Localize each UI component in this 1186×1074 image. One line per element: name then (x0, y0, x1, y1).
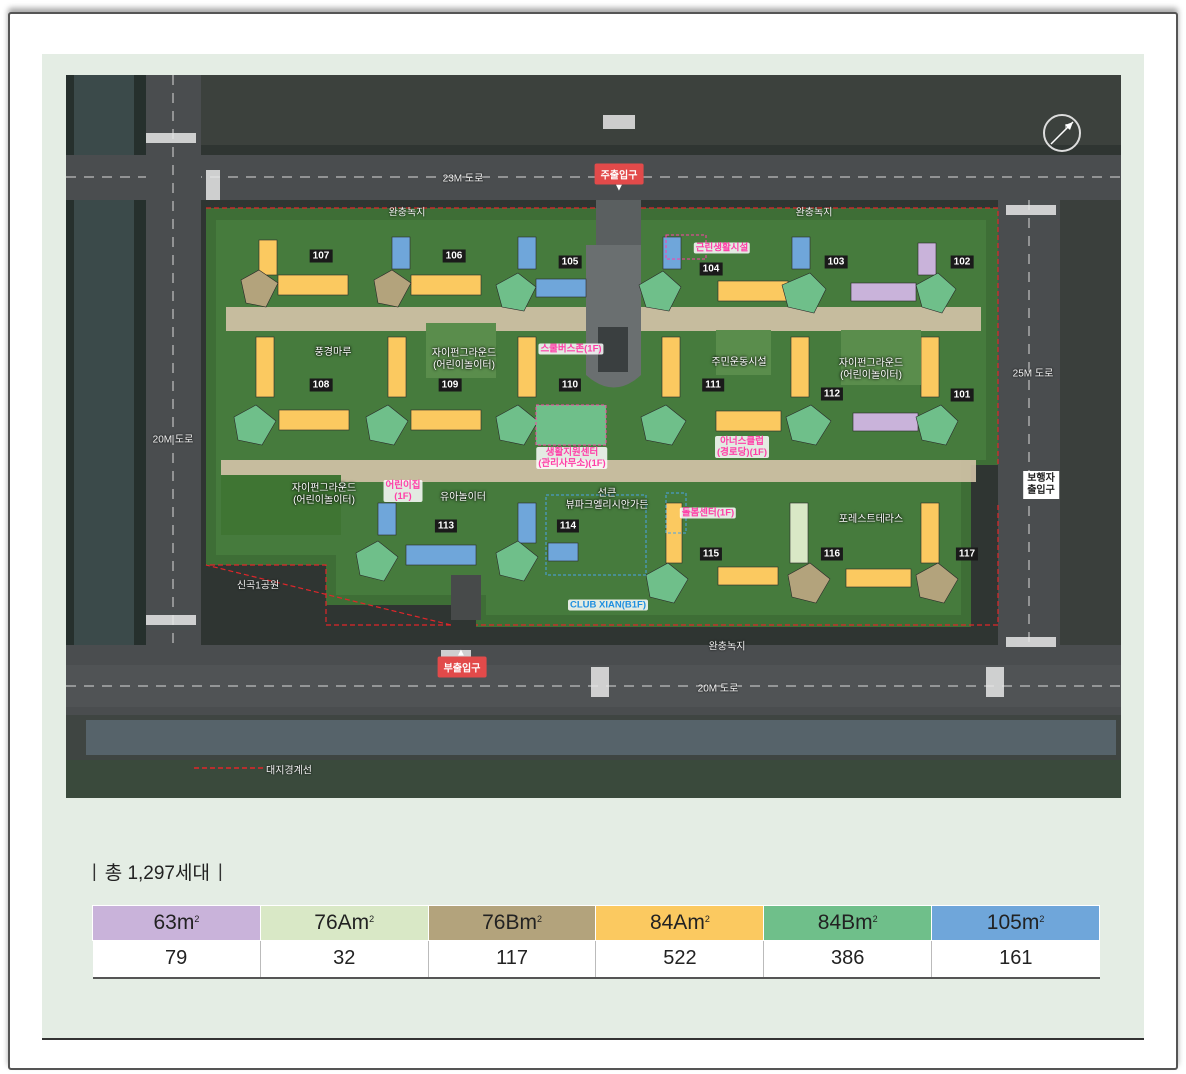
site-plan-graphic (66, 75, 1121, 798)
building-number: 114 (556, 519, 580, 533)
building-number: 109 (438, 378, 462, 392)
support-center-label: 생활지원센터 (관리사무소)(1F) (536, 447, 608, 469)
main-entrance-label: 주출입구 (594, 163, 644, 185)
unit-type-header: 63m2 (92, 905, 261, 941)
building-number: 115 (699, 547, 723, 561)
summary-total-text: 총 1,297세대 (104, 862, 210, 884)
unit-count-row: 79 32 117 522 386 161 (92, 940, 1100, 979)
building-number: 110 (558, 378, 582, 392)
building-number: 116 (820, 547, 844, 561)
unit-type-header: 105m2 (931, 905, 1100, 941)
pedestrian-exit-label: 보행자 출입구 (1023, 471, 1059, 499)
building-number: 105 (558, 255, 582, 269)
unit-type-header: 84Am2 (595, 905, 765, 941)
unit-count-cell: 522 (595, 940, 764, 979)
household-summary: | 총 1,297세대 | (92, 858, 223, 884)
building-number: 103 (824, 255, 848, 269)
road-east-label: 25M 도로 (1012, 368, 1054, 380)
unit-count-cell: 161 (931, 940, 1100, 979)
road-south-label: 20M 도로 (697, 683, 739, 695)
daycare-label: 어린이집 (1F) (383, 480, 423, 502)
sub-entrance-label: 부출입구 (437, 656, 487, 678)
boundary-legend-line (194, 767, 264, 769)
unit-type-header: 84Bm2 (763, 905, 933, 941)
boundary-legend-label: 대지경계선 (266, 765, 312, 777)
facility-central-garden-label: 선큰 뷰파크엘리시안가든 (565, 488, 649, 511)
site-plan-map: 23M 도로 25M 도로 20M 도로 20M 도로 주출입구 ▼ ▲ 부출입… (66, 75, 1121, 798)
svg-text:N: N (1065, 124, 1070, 131)
main-entrance-arrow-icon: ▼ (614, 182, 624, 194)
park-label: 신곡1공원 (236, 580, 280, 592)
care-center-label: 돌봄센터(1F) (679, 507, 737, 519)
building-number: 104 (699, 262, 723, 276)
unit-count-cell: 117 (427, 940, 596, 979)
retail-label: 근린생활시설 (693, 242, 751, 254)
building-number: 111 (702, 378, 724, 392)
facility-playground-113-label: 자이펀그라운드 (어린이놀이터) (291, 483, 357, 506)
unit-type-header-row: 63m2 76Am2 76Bm2 84Am2 84Bm2 105m2 (92, 905, 1100, 941)
building-number: 107 (309, 249, 333, 263)
facility-playground-109-label: 자이펀그라운드 (어린이놀이터) (431, 348, 497, 371)
building-number: 101 (950, 388, 974, 402)
road-north-label: 23M 도로 (442, 173, 484, 185)
unit-type-table: 63m2 76Am2 76Bm2 84Am2 84Bm2 105m2 79 32… (92, 905, 1100, 979)
summary-bar-right: | (217, 860, 223, 881)
unit-type-header: 76Am2 (259, 905, 429, 941)
senior-club-label: 아너스클럽 (경로당)(1F) (715, 436, 769, 458)
building-number: 102 (950, 255, 974, 269)
summary-bar-left: | (92, 860, 97, 881)
facility-toddler-play-label: 유아놀이터 (440, 492, 486, 503)
building-number: 117 (955, 547, 979, 561)
unit-type-header: 76Bm2 (427, 905, 597, 941)
buffer-green-north-west: 완충녹지 (388, 207, 426, 219)
facility-community-label: 주민운동시설 (711, 357, 767, 368)
unit-count-cell: 386 (763, 940, 932, 979)
buffer-green-south: 완충녹지 (708, 641, 746, 653)
facility-pond-label: 풍경마루 (314, 347, 352, 358)
building-number: 113 (434, 519, 458, 533)
road-west-label: 20M 도로 (152, 434, 194, 446)
facility-playground-112-label: 자이펀그라운드 (어린이놀이터) (838, 358, 904, 381)
unit-count-cell: 32 (259, 940, 429, 979)
school-bus-zone-label: 스쿨버스존(1F) (538, 343, 604, 355)
facility-forest-terrace-label: 포레스트테라스 (838, 514, 904, 525)
club-xian-label: CLUB XIAN(B1F) (568, 599, 648, 611)
north-compass-icon: N (1043, 114, 1081, 152)
buffer-green-north-east: 완충녹지 (795, 207, 833, 219)
building-number: 108 (309, 378, 333, 392)
building-number: 112 (820, 387, 844, 401)
building-number: 106 (442, 249, 466, 263)
unit-count-cell: 79 (92, 940, 261, 979)
